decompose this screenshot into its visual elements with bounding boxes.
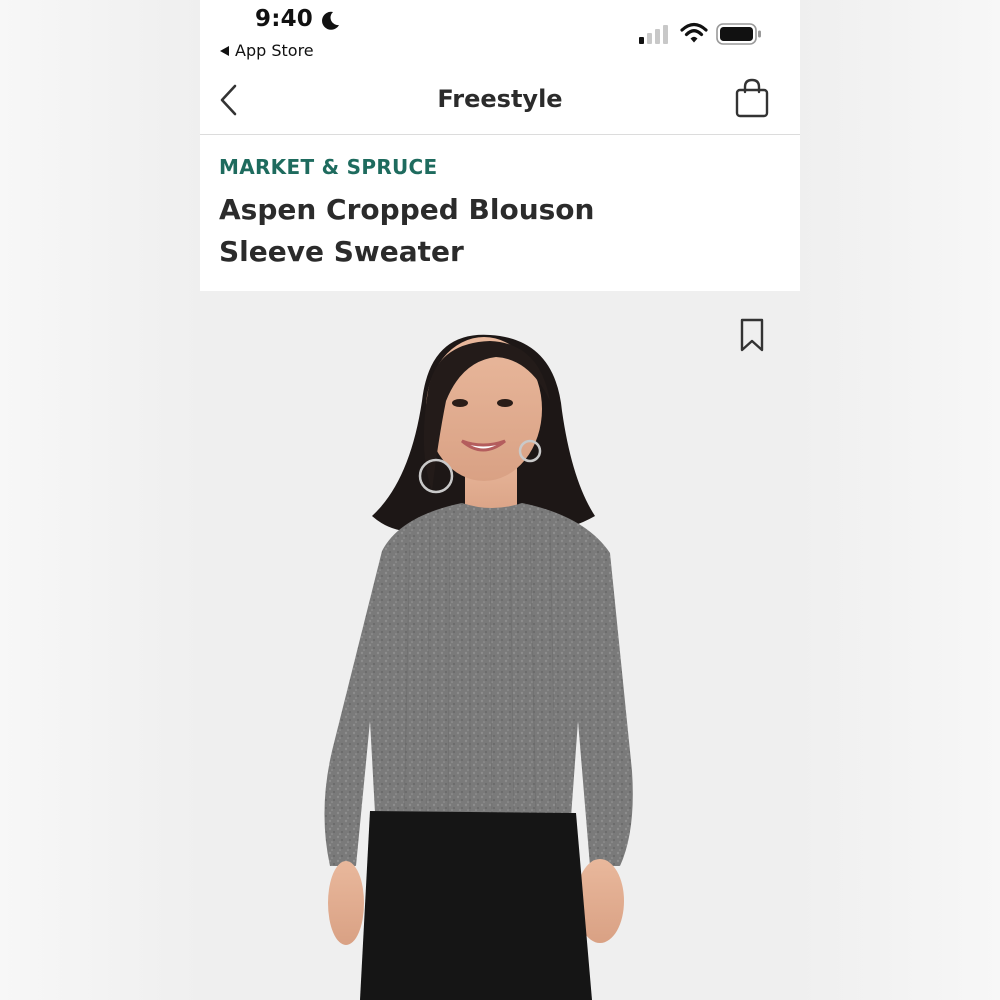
signal-icon bbox=[639, 25, 668, 44]
product-image[interactable] bbox=[200, 291, 800, 1000]
product-header: MARKET & SPRUCE Aspen Cropped Blouson Sl… bbox=[200, 135, 800, 291]
backdrop-left bbox=[0, 0, 200, 1000]
shopping-bag-icon[interactable] bbox=[732, 76, 772, 120]
product-photo-illustration bbox=[324, 334, 633, 1000]
back-to-app-store[interactable]: App Store bbox=[220, 41, 314, 60]
product-title-line1: Aspen Cropped Blouson bbox=[219, 193, 595, 226]
battery-icon bbox=[716, 23, 761, 45]
wifi-icon bbox=[680, 22, 708, 43]
status-bar: 9:40 App Store bbox=[200, 0, 800, 66]
bookmark-icon[interactable] bbox=[737, 317, 767, 353]
moon-icon bbox=[322, 11, 339, 30]
page-title: Freestyle bbox=[437, 85, 563, 113]
backdrop-right bbox=[800, 0, 1000, 1000]
product-title: Aspen Cropped Blouson Sleeve Sweater bbox=[219, 189, 639, 273]
back-triangle-icon bbox=[220, 45, 229, 56]
product-title-line2: Sleeve Sweater bbox=[219, 235, 464, 268]
phone-screen: 9:40 App Store Freestyle MARKET & SPRUCE… bbox=[200, 0, 800, 1000]
brand-link[interactable]: MARKET & SPRUCE bbox=[219, 155, 438, 179]
back-to-app-label: App Store bbox=[235, 41, 314, 60]
nav-bar: Freestyle bbox=[200, 66, 800, 135]
status-time: 9:40 bbox=[255, 6, 314, 32]
